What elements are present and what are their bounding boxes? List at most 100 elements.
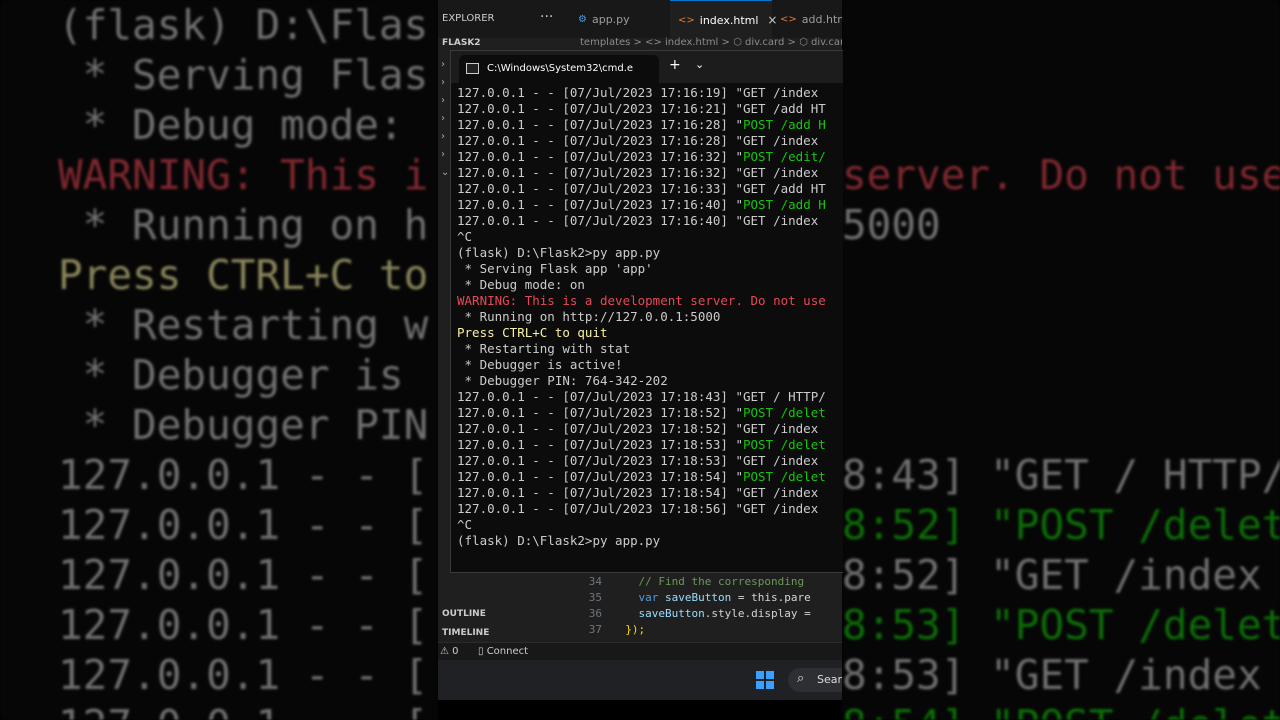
cmd-text: 127.0.0.1 - - [07/Jul/2023 17:18:43] "GE… xyxy=(457,389,826,404)
timeline-section[interactable]: TIMELINE xyxy=(442,628,489,638)
taskbar-search[interactable]: ⌕ Searc xyxy=(788,668,842,692)
cmd-output-line: 127.0.0.1 - - [07/Jul/2023 17:16:19] "GE… xyxy=(457,85,826,101)
background-terminal-line: 127.0.0.1 - - [ xyxy=(58,501,429,549)
background-terminal-line: 127.0.0.1 - - [ xyxy=(58,551,429,599)
background-terminal-line: 8:54] "POST /delet xyxy=(842,700,1280,720)
cmd-text: 127.0.0.1 - - [07/Jul/2023 17:18:52] "GE… xyxy=(457,421,819,436)
cmd-text: 127.0.0.1 - - [07/Jul/2023 17:16:21] "GE… xyxy=(457,101,826,116)
cmd-output-line: 127.0.0.1 - - [07/Jul/2023 17:18:52] "PO… xyxy=(457,405,826,421)
cmd-text: 127.0.0.1 - - [07/Jul/2023 17:16:40] "GE… xyxy=(457,213,819,228)
cmd-text: 127.0.0.1 - - [07/Jul/2023 17:16:33] "GE… xyxy=(457,181,826,196)
cmd-output-line: 127.0.0.1 - - [07/Jul/2023 17:16:32] "GE… xyxy=(457,165,826,181)
cmd-tab[interactable]: C:\Windows\System32\cmd.e xyxy=(459,55,659,83)
connect-label: Connect xyxy=(486,646,529,657)
windows-taskbar: ⌕ Searc xyxy=(438,660,842,700)
background-terminal-line: server. Do not use xyxy=(842,151,1280,199)
cmd-text: WARNING: This is a development server. D… xyxy=(457,293,826,308)
background-terminal-line: * Restarting w xyxy=(58,301,429,349)
tab-label: add.html xyxy=(801,12,842,26)
cmd-text: 127.0.0.1 - - [07/Jul/2023 17:16:28] " xyxy=(457,117,743,132)
terminal-icon xyxy=(466,63,479,74)
cmd-output-line: 127.0.0.1 - - [07/Jul/2023 17:18:43] "GE… xyxy=(457,389,826,405)
cmd-window[interactable]: C:\Windows\System32\cmd.e + ⌄ 127.0.0.1 … xyxy=(450,50,843,573)
code-line: 34 // Find the corresponding xyxy=(566,574,842,590)
background-terminal-line: * Running on h xyxy=(58,201,429,249)
background-terminal-line: Press CTRL+C to xyxy=(58,251,429,299)
chevron-down-icon[interactable]: ⌄ xyxy=(695,58,704,71)
cmd-text: POST /delet xyxy=(742,437,826,452)
cmd-text: 127.0.0.1 - - [07/Jul/2023 17:16:32] "GE… xyxy=(457,165,819,180)
cmd-text: POST /edit/ xyxy=(742,149,826,164)
background-terminal-line: * Debugger is xyxy=(58,351,429,399)
tab-add-html[interactable]: <> add.html xyxy=(772,0,842,38)
cmd-text: 127.0.0.1 - - [07/Jul/2023 17:18:54] "GE… xyxy=(457,485,819,500)
cmd-output-line: ^C xyxy=(457,229,826,245)
explorer-more-icon[interactable]: ··· xyxy=(540,9,553,25)
status-connect[interactable]: ▯ Connect xyxy=(478,646,528,657)
cmd-output-line: * Debugger PIN: 764-342-202 xyxy=(457,373,826,389)
background-terminal-line: WARNING: This i xyxy=(58,151,429,199)
cmd-output-line: 127.0.0.1 - - [07/Jul/2023 17:18:52] "GE… xyxy=(457,421,826,437)
cmd-output-line: 127.0.0.1 - - [07/Jul/2023 17:18:53] "GE… xyxy=(457,453,826,469)
cmd-output-line: * Debugger is active! xyxy=(457,357,826,373)
python-file-icon: ⚙ xyxy=(578,13,587,25)
cmd-text: Press CTRL+C to quit xyxy=(457,325,608,340)
cmd-text: * Serving Flask app 'app' xyxy=(457,261,653,276)
cmd-output-line: 127.0.0.1 - - [07/Jul/2023 17:18:56] "GE… xyxy=(457,501,826,517)
background-terminal-line: 5000 xyxy=(842,201,941,249)
cmd-output-line: 127.0.0.1 - - [07/Jul/2023 17:18:54] "PO… xyxy=(457,469,826,485)
cmd-text: 127.0.0.1 - - [07/Jul/2023 17:18:53] " xyxy=(457,437,743,452)
cmd-text: 127.0.0.1 - - [07/Jul/2023 17:18:56] "GE… xyxy=(457,501,819,516)
cmd-output-line: 127.0.0.1 - - [07/Jul/2023 17:16:21] "GE… xyxy=(457,101,826,117)
outline-section[interactable]: OUTLINE xyxy=(442,609,486,619)
cmd-text: 127.0.0.1 - - [07/Jul/2023 17:16:40] " xyxy=(457,197,743,212)
cmd-text: * Debugger is active! xyxy=(457,357,623,372)
cmd-output-line: * Debug mode: on xyxy=(457,277,826,293)
cmd-text: POST /add H xyxy=(742,117,826,132)
editor-tab-bar: EXPLORER ··· ⚙ app.py <> index.html × <>… xyxy=(438,0,842,39)
background-terminal-line: 8:52] "POST /delet xyxy=(842,501,1280,549)
code-line: 36 saveButton.style.display = xyxy=(566,606,842,622)
cmd-text: 127.0.0.1 - - [07/Jul/2023 17:16:32] " xyxy=(457,149,743,164)
cmd-output-line: Press CTRL+C to quit xyxy=(457,325,826,341)
tab-label: index.html xyxy=(699,13,759,27)
background-terminal-right: server. Do not use 5000 8:43] "GET / HTTP/… xyxy=(842,0,1280,720)
background-terminal-line: 127.0.0.1 - - [ xyxy=(58,601,429,649)
problems-count: ⚠ 0 xyxy=(440,646,459,657)
breadcrumb[interactable]: templates > <> index.html > ⬡ div.card >… xyxy=(580,37,842,48)
code-editor[interactable]: 34 // Find the corresponding 35 var saveB… xyxy=(566,574,842,638)
cmd-text: * Debug mode: on xyxy=(457,277,585,292)
explorer-title: EXPLORER xyxy=(442,13,495,24)
cmd-output-line: 127.0.0.1 - - [07/Jul/2023 17:16:40] "GE… xyxy=(457,213,826,229)
cmd-text: 127.0.0.1 - - [07/Jul/2023 17:16:19] "GE… xyxy=(457,85,819,100)
line-number: 35 xyxy=(588,591,602,604)
cmd-output-line: 127.0.0.1 - - [07/Jul/2023 17:18:53] "PO… xyxy=(457,437,826,453)
cmd-text: POST /delet xyxy=(742,405,826,420)
cmd-output-line: ^C xyxy=(457,517,826,533)
cmd-text: (flask) D:\Flask2>py app.py xyxy=(457,533,661,548)
cmd-text: (flask) D:\Flask2>py app.py xyxy=(457,245,661,260)
cmd-output-line: WARNING: This is a development server. D… xyxy=(457,293,826,309)
background-terminal-line: 127.0.0.1 - - [ xyxy=(58,451,429,499)
windows-start-icon[interactable] xyxy=(756,671,774,689)
line-number: 34 xyxy=(588,575,602,588)
cmd-text: * Running on http://127.0.0.1:5000 xyxy=(457,309,721,324)
explorer-tree-chevrons[interactable]: › › › › › › ⌄ xyxy=(441,56,449,182)
background-terminal-line: 127.0.0.1 - - [ xyxy=(58,700,428,720)
code-text: // Find the corresponding xyxy=(638,575,805,588)
cmd-output-line: * Restarting with stat xyxy=(457,341,826,357)
cmd-output-line: 127.0.0.1 - - [07/Jul/2023 17:16:33] "GE… xyxy=(457,181,826,197)
new-tab-button[interactable]: + xyxy=(669,57,681,73)
tab-app-py[interactable]: ⚙ app.py xyxy=(570,0,672,38)
cmd-output-line: 127.0.0.1 - - [07/Jul/2023 17:16:28] "PO… xyxy=(457,117,826,133)
html-file-icon: <> xyxy=(780,13,797,25)
line-number: 37 xyxy=(588,623,602,636)
code-text: var saveButton = this.pare xyxy=(638,591,811,604)
cmd-output-line: (flask) D:\Flask2>py app.py xyxy=(457,533,826,549)
tab-index-html[interactable]: <> index.html × xyxy=(670,0,777,39)
code-text: }); xyxy=(625,623,646,636)
cmd-output-line: * Running on http://127.0.0.1:5000 xyxy=(457,309,826,325)
folder-name[interactable]: FLASK2 xyxy=(442,38,481,48)
status-problems[interactable]: ⚠ 0 xyxy=(440,646,459,657)
background-terminal-line: 8:53] "POST /delet xyxy=(842,601,1280,649)
